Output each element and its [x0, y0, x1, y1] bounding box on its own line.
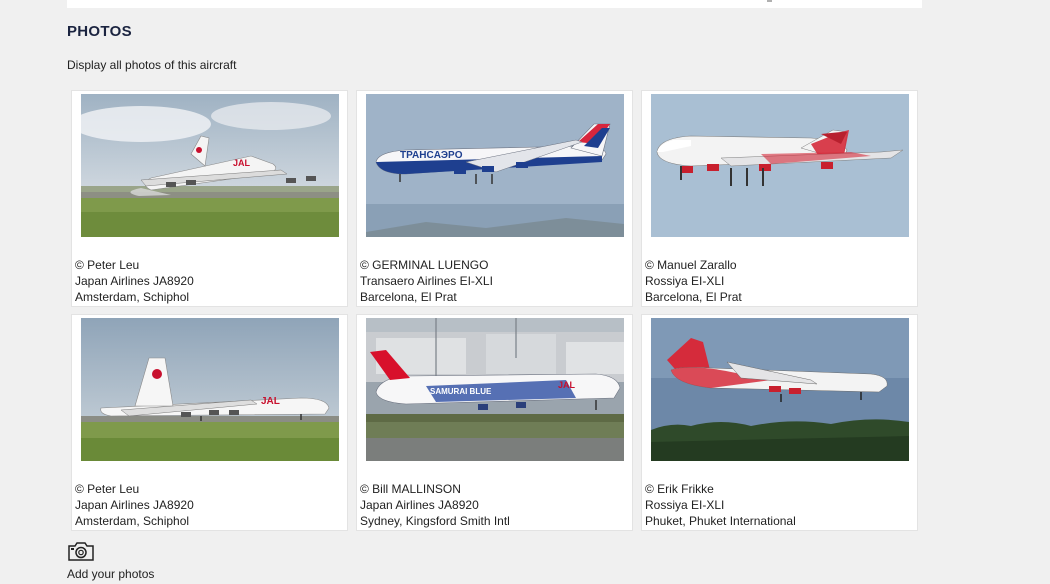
svg-text:JAL: JAL	[233, 158, 251, 168]
display-all-photos-link[interactable]: Display all photos of this aircraft	[67, 58, 236, 72]
photo-caption: © Peter Leu Japan Airlines JA8920 Amster…	[75, 257, 194, 305]
photo-card[interactable]: SAMURAI BLUE JAL © Bill MALLINSON Japan …	[356, 314, 633, 531]
add-photos-label: Add your photos	[67, 567, 155, 581]
photo-location: Phuket, Phuket International	[645, 514, 796, 528]
photo-aircraft: Transaero Airlines EI-XLI	[360, 274, 493, 288]
aircraft-photo[interactable]: SAMURAI BLUE JAL	[366, 318, 624, 461]
aircraft-photo[interactable]	[651, 94, 909, 237]
add-photos-button[interactable]: Add your photos	[67, 541, 154, 581]
photo-location: Sydney, Kingsford Smith Intl	[360, 514, 510, 528]
photo-aircraft: Rossiya EI-XLI	[645, 274, 725, 288]
photo-credit: © Erik Frikke	[645, 482, 714, 496]
photo-caption: © Peter Leu Japan Airlines JA8920 Amster…	[75, 481, 194, 529]
photo-credit: © GERMINAL LUENGO	[360, 258, 489, 272]
photo-caption: © Erik Frikke Rossiya EI-XLI Phuket, Phu…	[645, 481, 796, 529]
photo-location: Barcelona, El Prat	[360, 290, 457, 304]
photo-credit: © Peter Leu	[75, 258, 140, 272]
photo-aircraft: Japan Airlines JA8920	[360, 498, 479, 512]
photo-caption: © Bill MALLINSON Japan Airlines JA8920 S…	[360, 481, 510, 529]
photo-grid: JAL © Peter Leu Japan Airlines JA8920 Am…	[71, 90, 921, 534]
camera-icon	[68, 542, 94, 561]
aircraft-photo[interactable]	[651, 318, 909, 461]
photo-credit: © Bill MALLINSON	[360, 482, 461, 496]
photo-card[interactable]: JAL © Peter Leu Japan Airlines JA8920 Am…	[71, 90, 348, 307]
svg-text:JAL: JAL	[558, 380, 576, 390]
photo-caption: © Manuel Zarallo Rossiya EI-XLI Barcelon…	[645, 257, 742, 305]
photo-aircraft: Rossiya EI-XLI	[645, 498, 725, 512]
photo-credit: © Manuel Zarallo	[645, 258, 737, 272]
photo-card[interactable]: © Manuel Zarallo Rossiya EI-XLI Barcelon…	[641, 90, 918, 307]
aircraft-photo[interactable]: JAL	[81, 318, 339, 461]
photo-caption: © GERMINAL LUENGO Transaero Airlines EI-…	[360, 257, 493, 305]
panel-edge-mark	[767, 0, 772, 2]
top-panel-edge	[67, 0, 922, 8]
svg-text:JAL: JAL	[261, 396, 280, 407]
photo-credit: © Peter Leu	[75, 482, 140, 496]
photo-aircraft: Japan Airlines JA8920	[75, 274, 194, 288]
photo-location: Amsterdam, Schiphol	[75, 514, 190, 528]
photo-location: Amsterdam, Schiphol	[75, 290, 190, 304]
section-title: PHOTOS	[67, 23, 132, 40]
svg-text:TPAHCAЭPO: TPAHCAЭPO	[400, 150, 463, 161]
svg-text:SAMURAI BLUE: SAMURAI BLUE	[430, 387, 492, 396]
photo-location: Barcelona, El Prat	[645, 290, 742, 304]
aircraft-photo[interactable]: TPAHCAЭPO	[366, 94, 624, 237]
photo-card[interactable]: © Erik Frikke Rossiya EI-XLI Phuket, Phu…	[641, 314, 918, 531]
photo-aircraft: Japan Airlines JA8920	[75, 498, 194, 512]
photo-card[interactable]: TPAHCAЭPO © GERMINAL LUENGO Transaero Ai…	[356, 90, 633, 307]
aircraft-photo[interactable]: JAL	[81, 94, 339, 237]
photo-card[interactable]: JAL © Peter Leu Japan Airlines JA8920 Am…	[71, 314, 348, 531]
